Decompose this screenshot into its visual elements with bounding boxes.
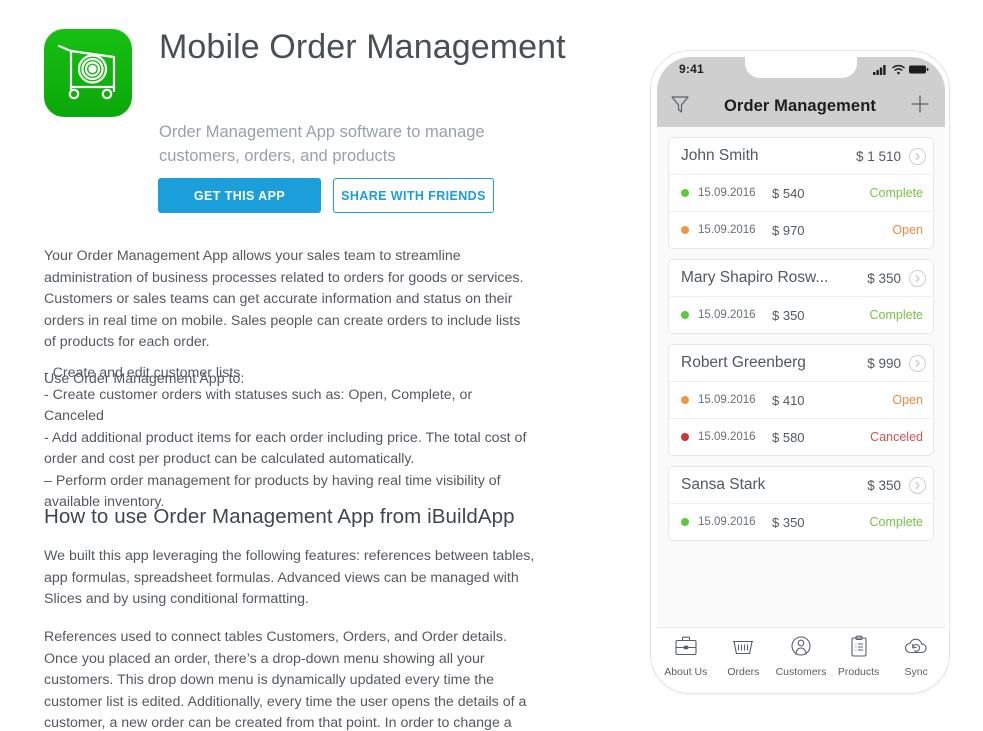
briefcase-icon: [674, 635, 698, 662]
tab-label: Sync: [904, 666, 928, 678]
phone-mockup: 9:41 Order Management John Smith $ 1 510…: [650, 50, 950, 694]
customer-total: $ 1 510: [855, 148, 901, 164]
order-status-dot: [681, 189, 689, 197]
tab-orders[interactable]: Orders: [715, 635, 773, 678]
person-circle-icon: [789, 635, 813, 662]
order-status-label: Open: [892, 223, 923, 237]
app-subtitle: Order Management App software to manage …: [159, 123, 485, 165]
tab-about-us[interactable]: About Us: [657, 635, 715, 678]
status-bar: 9:41: [657, 57, 945, 86]
section-heading: How to use Order Management App from iBu…: [44, 505, 515, 528]
customer-row[interactable]: Sansa Stark $ 350: [669, 467, 933, 503]
customer-total: $ 350: [867, 270, 901, 286]
intro-paragraph: Your Order Management App allows your sa…: [44, 248, 524, 350]
order-status-dot: [681, 311, 689, 319]
chevron-right-circle-icon[interactable]: [909, 354, 926, 372]
order-status-dot: [681, 396, 689, 404]
customer-card[interactable]: Mary Shapiro Rosw... $ 350 15.09.2016 $ 350…: [668, 259, 934, 334]
customer-name: Mary Shapiro Rosw...: [681, 269, 829, 286]
list-item: - Create customer orders with statuses s…: [44, 386, 473, 425]
order-status-label: Complete: [869, 308, 924, 322]
plus-icon[interactable]: [909, 93, 931, 120]
order-date: 15.09.2016: [698, 516, 756, 528]
customer-name: Robert Greenberg: [681, 354, 806, 371]
order-amount: $ 350: [772, 307, 805, 323]
list-item: - Create and edit customer lists: [44, 365, 241, 381]
order-status-dot: [681, 226, 689, 234]
phone-notch: [745, 57, 857, 78]
order-status-label: Open: [892, 393, 923, 407]
order-row[interactable]: 15.09.2016 $ 350 Complete: [669, 503, 933, 540]
tab-sync[interactable]: Sync: [887, 635, 945, 678]
page-root: Mobile Order Management Order Management…: [0, 0, 983, 731]
tab-label: Orders: [727, 666, 760, 678]
app-description-column: Mobile Order Management Order Management…: [0, 0, 620, 731]
customer-row[interactable]: Mary Shapiro Rosw... $ 350: [669, 260, 933, 296]
customer-card[interactable]: John Smith $ 1 510 15.09.2016 $ 540 Complete…: [668, 137, 934, 249]
order-date: 15.09.2016: [698, 224, 756, 236]
customer-name: Sansa Stark: [681, 476, 766, 493]
order-status-dot: [681, 433, 689, 441]
action-buttons: GET THIS APP SHARE WITH FRIENDS: [158, 178, 494, 213]
bottom-tab-bar: About Us Orders Customers Products Sync: [657, 627, 945, 689]
order-list[interactable]: John Smith $ 1 510 15.09.2016 $ 540 Complete…: [657, 127, 945, 627]
order-amount: $ 540: [772, 185, 805, 201]
order-amount: $ 970: [772, 222, 805, 238]
wifi-icon: [892, 62, 905, 80]
references-paragraph: References used to connect tables Custom…: [44, 627, 536, 731]
order-status-dot: [681, 518, 689, 526]
status-bar-indicators: [873, 62, 929, 80]
get-this-app-button[interactable]: GET THIS APP: [158, 178, 321, 213]
chevron-right-circle-icon[interactable]: [909, 147, 926, 165]
order-amount: $ 350: [772, 514, 805, 530]
order-row[interactable]: 15.09.2016 $ 970 Open: [669, 211, 933, 248]
order-date: 15.09.2016: [698, 187, 756, 199]
app-navbar: Order Management: [657, 86, 945, 127]
clipboard-icon: [847, 635, 871, 662]
tab-customers[interactable]: Customers: [772, 635, 830, 678]
tab-label: About Us: [664, 666, 708, 678]
order-status-label: Complete: [869, 186, 924, 200]
shopping-cart-target-icon: [44, 29, 132, 117]
battery-icon: [909, 62, 929, 80]
order-status-label: Complete: [869, 515, 924, 529]
chevron-right-circle-icon[interactable]: [909, 269, 926, 287]
order-row[interactable]: 15.09.2016 $ 410 Open: [669, 381, 933, 418]
customer-card[interactable]: Robert Greenberg $ 990 15.09.2016 $ 410 Open…: [668, 344, 934, 456]
phone-screen: 9:41 Order Management John Smith $ 1 510…: [657, 57, 945, 689]
navbar-title: Order Management: [724, 97, 876, 115]
cloud-refresh-icon: [903, 635, 929, 662]
order-row[interactable]: 15.09.2016 $ 350 Complete: [669, 296, 933, 333]
cellular-signal-icon: [873, 62, 888, 80]
order-status-label: Canceled: [870, 430, 923, 444]
share-with-friends-button[interactable]: SHARE WITH FRIENDS: [333, 178, 494, 213]
basket-icon: [731, 635, 755, 662]
customer-card[interactable]: Sansa Stark $ 350 15.09.2016 $ 350 Complete: [668, 466, 934, 541]
customer-name: John Smith: [681, 147, 759, 164]
customer-total: $ 350: [867, 477, 901, 493]
list-item: - Add additional product items for each …: [44, 429, 527, 468]
status-bar-clock: 9:41: [679, 62, 704, 76]
tab-label: Products: [837, 666, 880, 678]
feature-bullet-list: - Create and edit customer lists - Creat…: [44, 363, 536, 514]
customer-row[interactable]: John Smith $ 1 510: [669, 138, 933, 174]
order-row[interactable]: 15.09.2016 $ 580 Canceled: [669, 418, 933, 455]
order-date: 15.09.2016: [698, 309, 756, 321]
page-title: Mobile Order Management: [159, 28, 566, 66]
filter-funnel-icon[interactable]: [669, 93, 691, 120]
features-paragraph: We built this app leveraging the followi…: [44, 548, 535, 607]
chevron-right-circle-icon[interactable]: [909, 476, 926, 494]
order-date: 15.09.2016: [698, 431, 756, 443]
order-row[interactable]: 15.09.2016 $ 540 Complete: [669, 174, 933, 211]
order-amount: $ 580: [772, 429, 805, 445]
tab-label: Customers: [775, 666, 827, 678]
references-text-before: References used to connect tables Custom…: [44, 629, 527, 731]
order-date: 15.09.2016: [698, 394, 756, 406]
order-amount: $ 410: [772, 392, 805, 408]
customer-total: $ 990: [867, 355, 901, 371]
tab-products[interactable]: Products: [830, 635, 888, 678]
customer-row[interactable]: Robert Greenberg $ 990: [669, 345, 933, 381]
